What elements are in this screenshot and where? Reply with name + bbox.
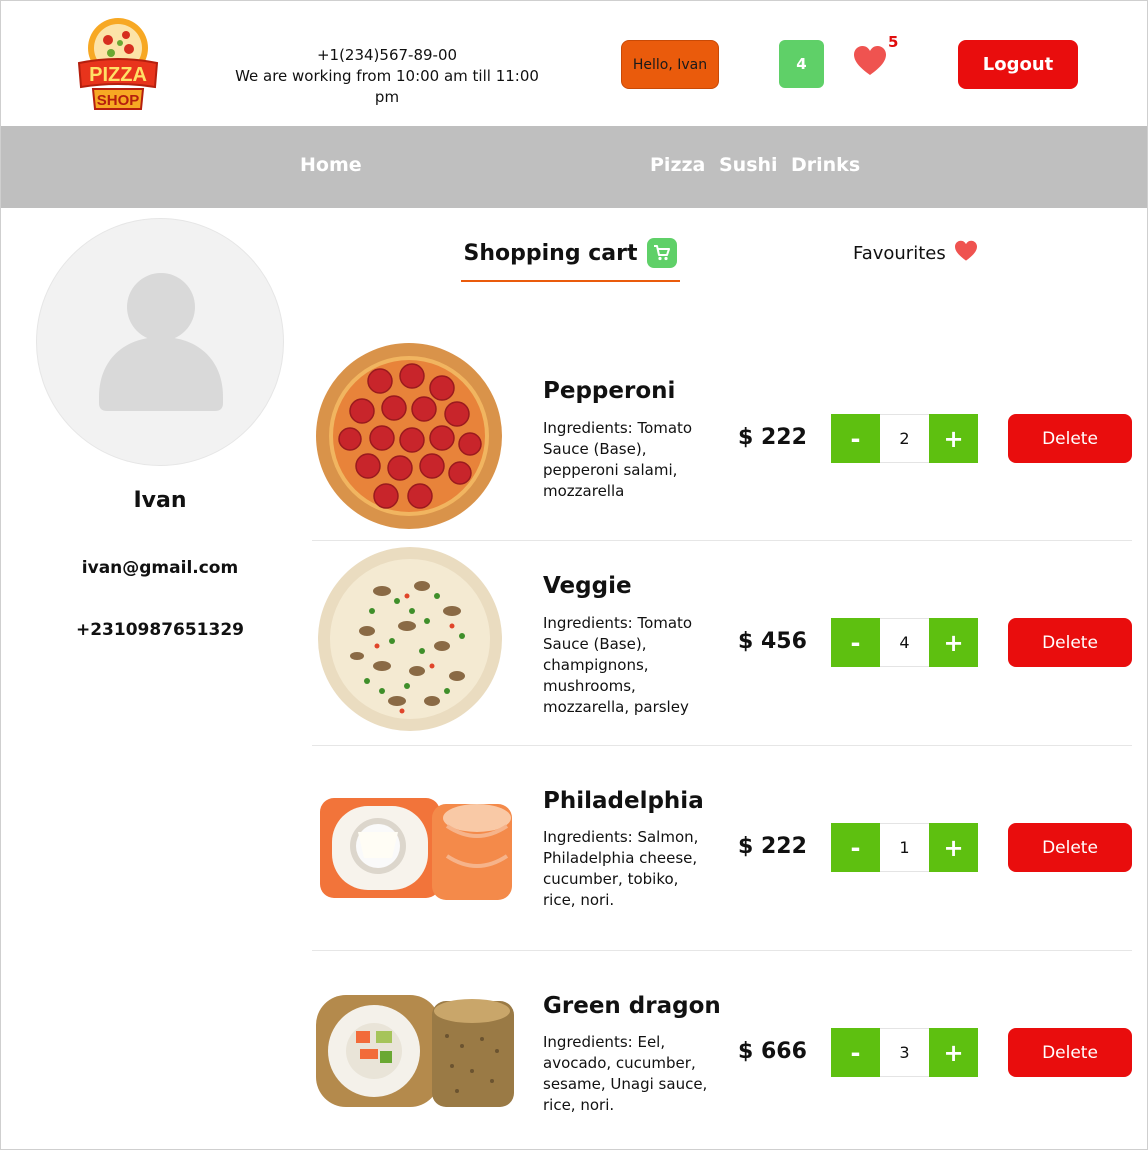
shopping-cart-icon [647,238,678,268]
user-avatar-icon [99,273,223,411]
item-price: $ 222 [738,425,807,450]
item-name: Philadelphia [543,788,704,814]
decrease-quantity-button[interactable]: - [831,1028,880,1077]
tab-shopping-cart[interactable]: Shopping cart [461,237,680,282]
item-price: $ 456 [738,629,807,654]
favourites-count-badge: 5 [888,33,899,51]
heart-icon[interactable] [853,45,887,77]
increase-quantity-button[interactable]: + [929,823,978,872]
quantity-value[interactable]: 3 [880,1028,929,1077]
hello-user-button[interactable]: Hello, Ivan [621,40,719,89]
profile-name: Ivan [133,488,187,513]
pizza-shop-logo[interactable]: PIZZA SHOP [73,13,163,113]
decrease-quantity-button[interactable]: - [831,823,880,872]
cart-item: Pepperoni Ingredients: Tomato Sauce (Bas… [312,336,1132,541]
quantity-value[interactable]: 4 [880,618,929,667]
quantity-value[interactable]: 2 [880,414,929,463]
avatar [36,218,284,466]
increase-quantity-button[interactable]: + [929,414,978,463]
nav-item-sushi[interactable]: Sushi [719,154,778,176]
nav-item-pizza[interactable]: Pizza [650,154,705,176]
working-hours: We are working from 10:00 am till 11:00 … [235,67,539,106]
heart-icon [954,240,978,266]
item-price: $ 222 [738,834,807,859]
item-name: Veggie [543,573,632,599]
tab-favourites[interactable]: Favourites [853,238,978,268]
quantity-stepper: - 4 + [831,618,978,667]
quantity-stepper: - 2 + [831,414,978,463]
increase-quantity-button[interactable]: + [929,1028,978,1077]
header: PIZZA SHOP +1(234)567-89-00 We are worki… [1,1,1147,126]
contact-phone: +1(234)567-89-00 [316,46,458,64]
cart-item: Green dragon Ingredients: Eel, avocado, … [312,951,1132,1149]
delete-button[interactable]: Delete [1008,1028,1132,1077]
contact-info: +1(234)567-89-00 We are working from 10:… [231,45,543,108]
quantity-value[interactable]: 1 [880,823,929,872]
item-name: Green dragon [543,993,721,1019]
profile-phone: +2310987651329 [75,620,245,640]
tab-favourites-label: Favourites [853,242,946,264]
item-name: Pepperoni [543,378,676,404]
nav-item-drinks[interactable]: Drinks [791,154,860,176]
logo-text-top: PIZZA [89,64,147,86]
nav-item-home[interactable]: Home [300,154,362,176]
tab-shopping-cart-label: Shopping cart [463,241,638,266]
green-dragon-roll-image [312,951,514,1149]
philadelphia-roll-image [312,746,514,946]
cart-item: Philadelphia Ingredients: Salmon, Philad… [312,746,1132,951]
profile-email: ivan@gmail.com [81,558,239,578]
page: PIZZA SHOP +1(234)567-89-00 We are worki… [0,0,1148,1150]
main-nav: Home Pizza Sushi Drinks [1,126,1147,208]
quantity-stepper: - 1 + [831,823,978,872]
pepperoni-pizza-image [312,336,514,536]
cart-count-badge[interactable]: 4 [779,40,824,88]
decrease-quantity-button[interactable]: - [831,414,880,463]
item-ingredients: Ingredients: Eel, avocado, cucumber, ses… [543,1033,708,1114]
item-ingredients: Ingredients: Tomato Sauce (Base), pepper… [543,419,693,500]
delete-button[interactable]: Delete [1008,618,1132,667]
veggie-pizza-image [312,541,514,741]
item-ingredients: Ingredients: Salmon, Philadelphia cheese… [543,828,699,909]
logo-text-bottom: SHOP [97,92,140,109]
delete-button[interactable]: Delete [1008,414,1132,463]
increase-quantity-button[interactable]: + [929,618,978,667]
decrease-quantity-button[interactable]: - [831,618,880,667]
cart-item: Veggie Ingredients: Tomato Sauce (Base),… [312,541,1132,746]
item-price: $ 666 [738,1039,807,1064]
item-ingredients: Ingredients: Tomato Sauce (Base), champi… [543,614,693,716]
quantity-stepper: - 3 + [831,1028,978,1077]
logout-button[interactable]: Logout [958,40,1078,89]
delete-button[interactable]: Delete [1008,823,1132,872]
